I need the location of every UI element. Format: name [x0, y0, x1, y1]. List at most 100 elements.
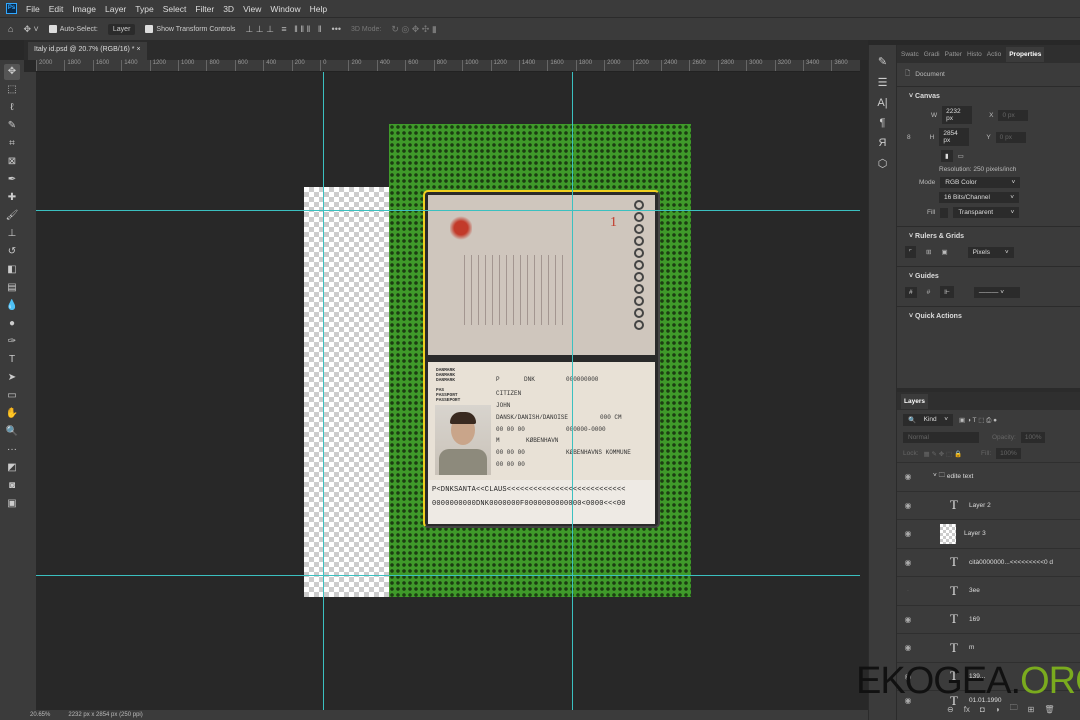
- menu-edit[interactable]: Edit: [49, 4, 64, 14]
- zoom-tool-icon[interactable]: 🔍: [4, 424, 20, 440]
- tab-gradients[interactable]: Gradi: [924, 51, 940, 58]
- document-tab[interactable]: Italy id.psd @ 20.7% (RGB/16) * ×: [28, 42, 147, 60]
- pixel-grid-icon[interactable]: ▣: [942, 248, 948, 256]
- delete-layer-icon[interactable]: 🗑: [1044, 705, 1054, 714]
- eye-hidden-icon[interactable]: ·: [897, 586, 919, 595]
- guide-vertical[interactable]: [323, 72, 324, 710]
- portrait-icon[interactable]: ▮: [941, 150, 953, 162]
- layer-row[interactable]: ◉ T Layer 2: [897, 490, 1080, 520]
- new-group-icon[interactable]: 🗀: [1010, 702, 1018, 716]
- eye-icon[interactable]: ◉: [897, 558, 919, 567]
- menu-file[interactable]: File: [26, 4, 40, 14]
- layer-row[interactable]: ◉ Tm: [897, 633, 1080, 662]
- menu-window[interactable]: Window: [270, 4, 300, 14]
- edit-toolbar-icon[interactable]: ···: [4, 442, 20, 458]
- shape-tool-icon[interactable]: ▭: [4, 388, 20, 404]
- type-tool-icon[interactable]: T: [4, 352, 20, 368]
- fill-swatch[interactable]: [940, 207, 949, 218]
- screen-mode-icon[interactable]: ▣: [4, 496, 20, 512]
- x-field[interactable]: 0 px: [998, 109, 1029, 121]
- quick-actions-section-title[interactable]: ˅ Quick Actions: [897, 306, 1080, 324]
- rulers-section-title[interactable]: ˅ Rulers & Grids: [897, 226, 1080, 244]
- adjustments-icon[interactable]: ☰: [878, 76, 888, 89]
- layer-row[interactable]: ◉ Layer 3: [897, 519, 1080, 548]
- height-field[interactable]: 2854 px: [939, 128, 970, 146]
- guide-horizontal[interactable]: [36, 210, 860, 211]
- brush-tool-icon[interactable]: 🖌: [4, 208, 20, 224]
- guides-grid-icon[interactable]: #: [927, 289, 931, 296]
- layer-filter-dropdown[interactable]: 🔍 Kind ˅: [903, 414, 953, 426]
- tab-history[interactable]: Histo: [967, 51, 982, 58]
- opacity-field[interactable]: 100%: [1020, 432, 1046, 443]
- blur-tool-icon[interactable]: 💧: [4, 298, 20, 314]
- menu-layer[interactable]: Layer: [105, 4, 126, 14]
- tab-patterns[interactable]: Patter: [945, 51, 962, 58]
- mask-icon[interactable]: ◘: [980, 705, 985, 714]
- tab-actions[interactable]: Actio: [987, 51, 1001, 58]
- history-brush-icon[interactable]: ↺: [4, 244, 20, 260]
- menu-filter[interactable]: Filter: [195, 4, 214, 14]
- lasso-tool-icon[interactable]: ℓ: [4, 100, 20, 116]
- menu-type[interactable]: Type: [135, 4, 153, 14]
- fill-field[interactable]: 100%: [996, 448, 1021, 459]
- units-dropdown[interactable]: Pixels ˅: [967, 246, 1014, 258]
- show-transform-checkbox[interactable]: Show Transform Controls: [145, 25, 235, 33]
- paragraph-icon[interactable]: ¶: [880, 117, 886, 129]
- menu-select[interactable]: Select: [163, 4, 187, 14]
- ruler-icon[interactable]: ⌜: [905, 246, 917, 258]
- adjustment-layer-icon[interactable]: ◑: [995, 705, 1000, 714]
- character-icon[interactable]: A|: [877, 97, 887, 109]
- tab-layers[interactable]: Layers: [901, 393, 928, 409]
- guide-horizontal[interactable]: [36, 575, 860, 576]
- quick-select-tool-icon[interactable]: ✎: [4, 118, 20, 134]
- frame-tool-icon[interactable]: ⊠: [4, 154, 20, 170]
- folder-icon[interactable]: ˅ 🗀: [933, 471, 945, 482]
- glyphs-icon[interactable]: Я: [879, 137, 887, 149]
- eye-icon[interactable]: ◉: [897, 472, 919, 481]
- mode-dropdown[interactable]: RGB Color ˅: [940, 177, 1021, 188]
- quick-mask-icon[interactable]: ◙: [4, 478, 20, 494]
- auto-select-target-dropdown[interactable]: Layer: [107, 23, 136, 35]
- eraser-tool-icon[interactable]: ◧: [4, 262, 20, 278]
- layer-group[interactable]: ◉ ˅ 🗀 edite text: [897, 462, 1080, 491]
- eye-icon[interactable]: ◉: [897, 615, 919, 624]
- more-options-icon[interactable]: •••: [332, 24, 341, 34]
- move-tool-icon[interactable]: ✥ ˅: [23, 24, 38, 35]
- menu-image[interactable]: Image: [72, 4, 96, 14]
- link-layers-icon[interactable]: ⊖: [947, 705, 954, 714]
- marquee-tool-icon[interactable]: ⬚: [4, 82, 20, 98]
- home-icon[interactable]: ⌂: [8, 24, 13, 34]
- gradient-tool-icon[interactable]: ▤: [4, 280, 20, 296]
- healing-tool-icon[interactable]: ✚: [4, 190, 20, 206]
- eye-icon[interactable]: ◉: [897, 529, 919, 538]
- layer-row[interactable]: ◉ Tcità0000000...<<<<<<<<<0 d: [897, 547, 1080, 577]
- move-tool-icon[interactable]: ✥: [4, 64, 20, 80]
- auto-select-checkbox[interactable]: Auto-Select:: [48, 25, 98, 33]
- link-icon[interactable]: 8: [907, 134, 911, 141]
- width-field[interactable]: 2232 px: [942, 106, 973, 124]
- guide-style-dropdown[interactable]: ——— ˅: [973, 286, 1020, 298]
- eyedropper-tool-icon[interactable]: ✒: [4, 172, 20, 188]
- fill-dropdown[interactable]: Transparent ˅: [953, 207, 1020, 218]
- hand-tool-icon[interactable]: ✋: [4, 406, 20, 422]
- tab-properties[interactable]: Properties: [1006, 46, 1045, 62]
- dodge-tool-icon[interactable]: ●: [4, 316, 20, 332]
- menu-help[interactable]: Help: [310, 4, 327, 14]
- brush-settings-icon[interactable]: ✎: [878, 55, 887, 68]
- bit-depth-dropdown[interactable]: 16 Bits/Channel ˅: [939, 192, 1019, 203]
- close-tab-icon[interactable]: ×: [136, 46, 140, 53]
- new-layer-icon[interactable]: ⊞: [1028, 705, 1035, 714]
- guides-section-title[interactable]: ˅ Guides: [897, 266, 1080, 284]
- guides-show-icon[interactable]: #: [905, 286, 917, 298]
- lock-icons[interactable]: ▦ ✎ ✥ ⬚ 🔒: [924, 450, 963, 458]
- align-icons[interactable]: ⊥ ⊥ ⊥ ≡ ‖ ‖ ‖ ‖: [245, 24, 321, 35]
- eye-icon[interactable]: ◉: [897, 501, 919, 510]
- crop-tool-icon[interactable]: ⌗: [4, 136, 20, 152]
- document-info[interactable]: 2232 px x 2854 px (250 ppi): [68, 712, 142, 718]
- grid-icon[interactable]: ⊞: [926, 248, 931, 256]
- menu-3d[interactable]: 3D: [223, 4, 234, 14]
- stamp-tool-icon[interactable]: ⊥: [4, 226, 20, 242]
- landscape-icon[interactable]: ▭: [958, 152, 964, 160]
- path-select-tool-icon[interactable]: ➤: [4, 370, 20, 386]
- menu-view[interactable]: View: [243, 4, 261, 14]
